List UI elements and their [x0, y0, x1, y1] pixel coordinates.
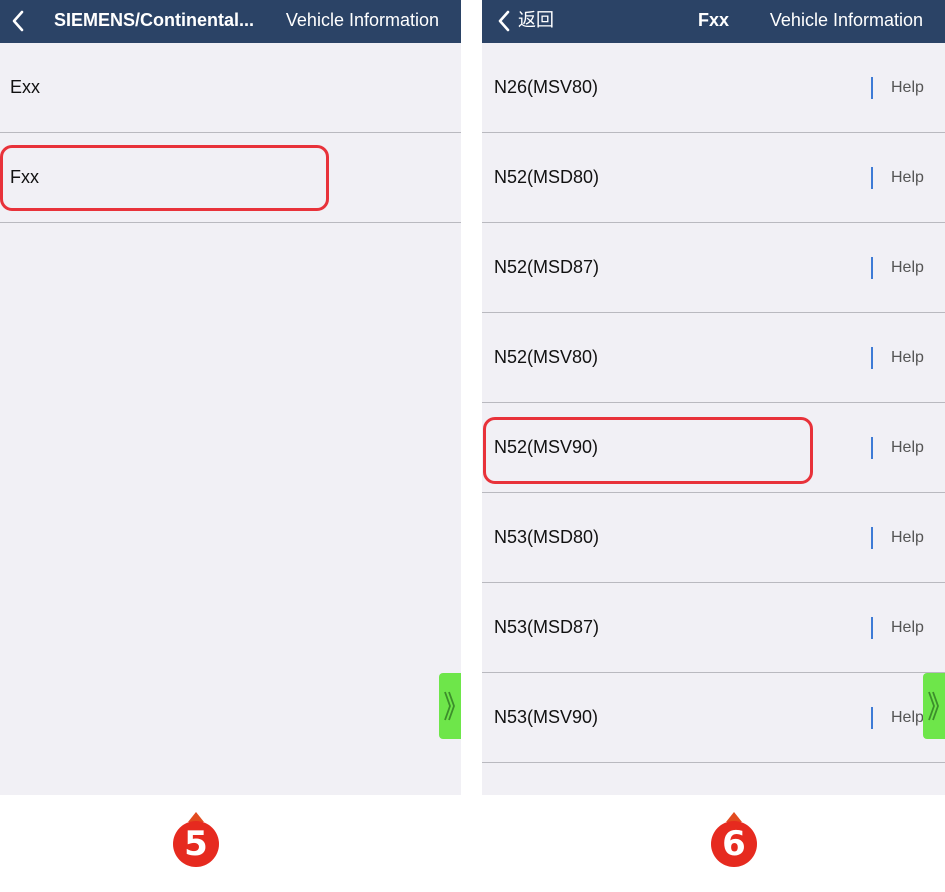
list-item[interactable]: N52(MSD87) Help [482, 223, 945, 313]
help-divider [871, 527, 873, 549]
help-divider [871, 347, 873, 369]
back-button[interactable]: 返回 [518, 9, 554, 31]
list-item[interactable]: N53(MSD87) Help [482, 583, 945, 673]
nav-bar: 返回 Fxx Vehicle Information [482, 0, 945, 43]
model-title: Fxx [698, 10, 730, 30]
list-item[interactable]: N53(MSD80) Help [482, 493, 945, 583]
list-item[interactable]: N52(MSV80) Help [482, 313, 945, 403]
help-button[interactable]: Help [891, 673, 924, 762]
list-item-label: N53(MSV90) [494, 707, 599, 727]
list-item-label: N53(MSD80) [494, 527, 600, 547]
list-item-label: N52(MSV80) [494, 347, 599, 367]
chevron-left-icon[interactable] [10, 9, 26, 33]
step-badge-5: 5 [171, 812, 221, 874]
page-title: Vehicle Information [769, 10, 923, 30]
double-chevron-right-icon [444, 691, 455, 721]
list-item[interactable]: N26(MSV80) Help [482, 43, 945, 133]
list-item-label: N52(MSD87) [494, 257, 600, 277]
breadcrumb: SIEMENS/Continental... [54, 10, 255, 30]
list-item-exx[interactable]: Exx [0, 43, 461, 133]
step-number: 5 [173, 821, 219, 867]
list-item-label: N53(MSD87) [494, 617, 600, 637]
help-divider [871, 437, 873, 459]
side-panel-toggle[interactable] [923, 673, 945, 739]
ecu-list: N26(MSV80) Help N52(MSD80) Help N52(MSD8… [482, 43, 945, 763]
help-divider [871, 257, 873, 279]
double-chevron-right-icon [928, 691, 939, 721]
left-screen: SIEMENS/Continental... Vehicle Informati… [0, 0, 461, 795]
highlight-n52-msv90 [483, 417, 813, 484]
nav-bar: SIEMENS/Continental... Vehicle Informati… [0, 0, 461, 43]
help-button[interactable]: Help [891, 493, 924, 582]
list-item[interactable]: N52(MSD80) Help [482, 133, 945, 223]
help-divider [871, 707, 873, 729]
help-divider [871, 77, 873, 99]
list-item-label: N52(MSD80) [494, 167, 600, 187]
highlight-fxx [0, 145, 329, 211]
help-button[interactable]: Help [891, 583, 924, 672]
help-button[interactable]: Help [891, 403, 924, 492]
right-screen: 返回 Fxx Vehicle Information N26(MSV80) He… [482, 0, 945, 795]
list-item-label: N26(MSV80) [494, 77, 599, 97]
list-item-label: Exx [10, 77, 41, 97]
help-divider [871, 617, 873, 639]
list-item[interactable]: N53(MSV90) Help [482, 673, 945, 763]
side-panel-toggle[interactable] [439, 673, 461, 739]
help-button[interactable]: Help [891, 223, 924, 312]
step-number: 6 [711, 821, 757, 867]
step-badge-6: 6 [709, 812, 759, 874]
help-button[interactable]: Help [891, 133, 924, 222]
help-divider [871, 167, 873, 189]
help-button[interactable]: Help [891, 313, 924, 402]
chevron-left-icon[interactable] [496, 9, 512, 33]
page-title: Vehicle Information [285, 10, 439, 30]
help-button[interactable]: Help [891, 43, 924, 132]
